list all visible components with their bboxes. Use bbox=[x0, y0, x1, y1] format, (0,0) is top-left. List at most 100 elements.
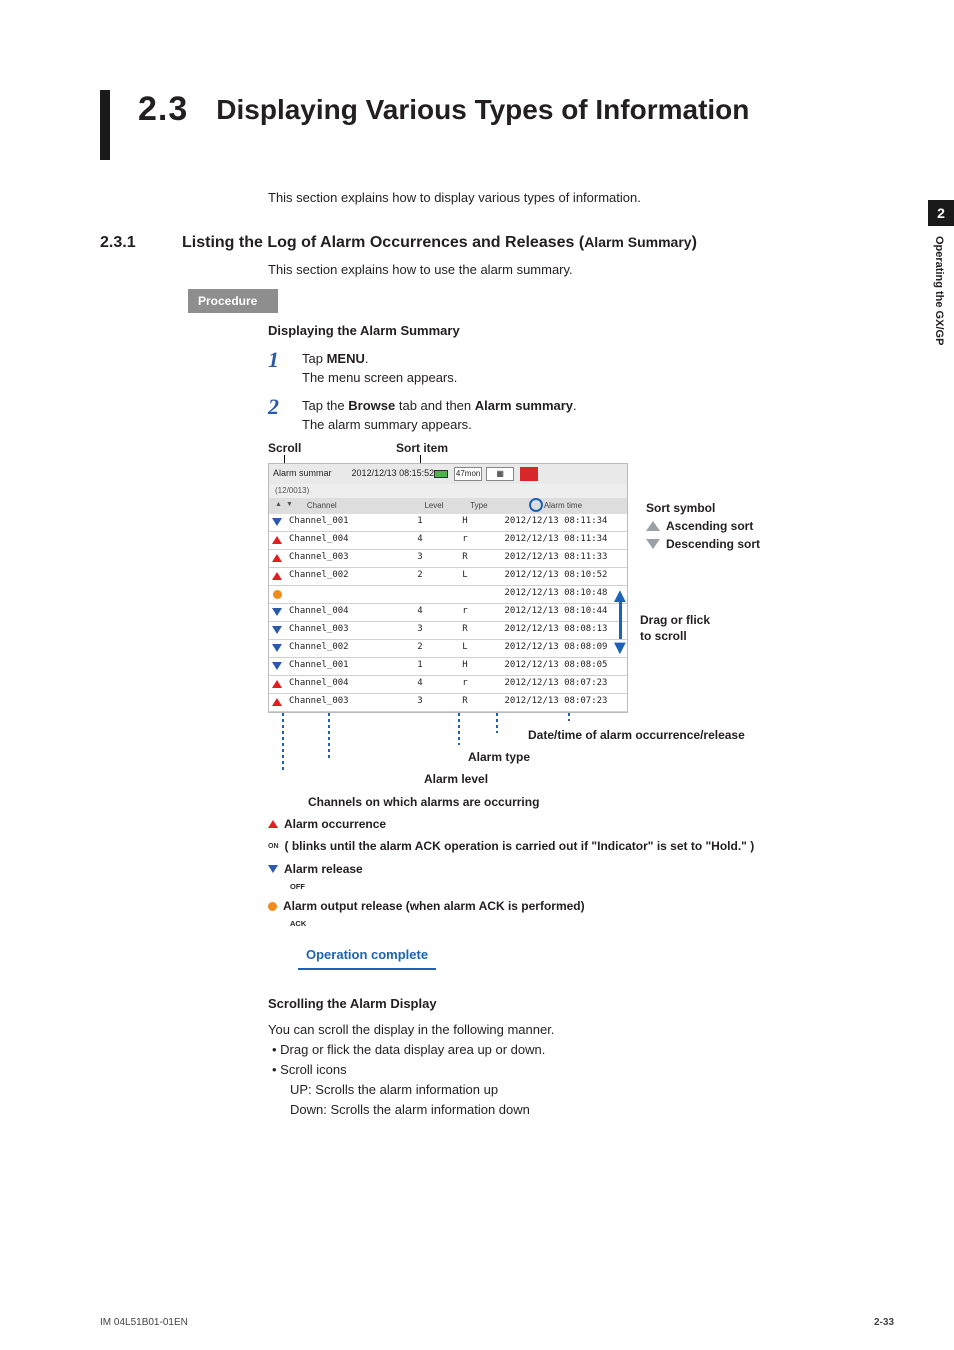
callout-line bbox=[458, 713, 460, 745]
callout-datetime: Date/time of alarm occurrence/release bbox=[528, 725, 884, 745]
shot-titlebar: Alarm summar 2012/12/13 08:15:52 47mon ▦ bbox=[269, 464, 627, 484]
shot-btn-timeunit[interactable]: 47mon bbox=[454, 467, 482, 481]
shot-batch: (12/0013) bbox=[269, 484, 627, 498]
label-ascending: Ascending sort bbox=[646, 517, 753, 535]
step-1-text-a: Tap bbox=[302, 351, 327, 366]
cell-type: r bbox=[445, 677, 485, 691]
cell-level: 4 bbox=[395, 677, 445, 691]
cell-time: 2012/12/13 08:11:33 bbox=[485, 551, 627, 565]
cell-type: r bbox=[445, 605, 485, 619]
table-row[interactable]: Channel_0033R2012/12/13 08:11:33 bbox=[269, 550, 627, 568]
alarm-rows[interactable]: Channel_0011H2012/12/13 08:11:34Channel_… bbox=[269, 514, 627, 712]
step-2-text-d: Alarm summary bbox=[475, 398, 573, 413]
release-icon bbox=[268, 865, 278, 873]
section-number: 2.3 bbox=[138, 90, 188, 128]
callout-occurrence: Alarm occurrence bbox=[268, 814, 884, 834]
subsection-title-paren: Alarm Summary bbox=[584, 234, 691, 250]
alarm-occurrence-icon bbox=[269, 554, 285, 562]
table-row[interactable]: Channel_0033R2012/12/13 08:07:23 bbox=[269, 694, 627, 712]
subsection-desc: This section explains how to use the ala… bbox=[268, 260, 884, 280]
cell-time: 2012/12/13 08:07:23 bbox=[485, 695, 627, 709]
step-1-text-b: MENU bbox=[327, 351, 365, 366]
cell-type: R bbox=[445, 551, 485, 565]
table-row[interactable]: Channel_0011H2012/12/13 08:08:05 bbox=[269, 658, 627, 676]
cell-level: 4 bbox=[395, 533, 445, 547]
callout-release: Alarm release bbox=[268, 859, 884, 879]
chapter-tab: 2 Operating the GX/GP bbox=[928, 200, 954, 355]
col-channel[interactable]: Channel bbox=[299, 500, 409, 512]
descending-icon bbox=[646, 539, 660, 549]
alarm-release-icon bbox=[269, 518, 285, 526]
table-row[interactable]: 2012/12/13 08:10:48 bbox=[269, 586, 627, 604]
cell-type: L bbox=[445, 641, 485, 655]
alarm-occurrence-icon bbox=[269, 698, 285, 706]
table-row[interactable]: Channel_0044r2012/12/13 08:10:44 bbox=[269, 604, 627, 622]
scroll-arrow-stem bbox=[619, 599, 622, 639]
col-type[interactable]: Type bbox=[459, 500, 499, 512]
scrolling-desc: You can scroll the display in the follow… bbox=[268, 1020, 884, 1040]
bullet-drag: Drag or flick the data display area up o… bbox=[272, 1040, 884, 1060]
table-row[interactable]: Channel_0022L2012/12/13 08:08:09 bbox=[269, 640, 627, 658]
cell-channel: Channel_003 bbox=[285, 623, 395, 637]
shot-updown[interactable]: ▲▼ bbox=[269, 500, 299, 511]
table-row[interactable]: Channel_0033R2012/12/13 08:08:13 bbox=[269, 622, 627, 640]
section-title: Displaying Various Types of Information bbox=[216, 94, 749, 125]
table-row[interactable]: Channel_0044r2012/12/13 08:07:23 bbox=[269, 676, 627, 694]
bullet-down: Down: Scrolls the alarm information down bbox=[268, 1100, 884, 1120]
step-2-text-c: tab and then bbox=[395, 398, 475, 413]
shot-btn-grid[interactable]: ▦ bbox=[486, 467, 514, 481]
blink-note-text: ( blinks until the alarm ACK operation i… bbox=[285, 836, 755, 856]
heading-display-alarm-summary: Displaying the Alarm Summary bbox=[268, 321, 884, 341]
step-2-text-f: The alarm summary appears. bbox=[302, 417, 472, 432]
cell-time: 2012/12/13 08:11:34 bbox=[485, 515, 627, 529]
footer-page-number: 2-33 bbox=[874, 1317, 894, 1328]
section-header: 2.3 Displaying Various Types of Informat… bbox=[100, 90, 884, 160]
col-alarm-time[interactable]: Alarm time bbox=[499, 500, 627, 512]
occurrence-icon bbox=[268, 820, 278, 828]
tiny-on: ON bbox=[268, 841, 279, 853]
callout-line bbox=[496, 713, 498, 733]
tiny-ack: ACK bbox=[290, 918, 884, 931]
shot-btn-red[interactable] bbox=[520, 467, 538, 481]
step-2: 2 Tap the Browse tab and then Alarm summ… bbox=[268, 396, 884, 435]
col-level[interactable]: Level bbox=[409, 500, 459, 512]
callout-output-release: Alarm output release (when alarm ACK is … bbox=[268, 896, 884, 916]
cell-channel: Channel_004 bbox=[285, 605, 395, 619]
bullet-scroll-icons: Scroll icons bbox=[272, 1060, 884, 1080]
table-row[interactable]: Channel_0011H2012/12/13 08:11:34 bbox=[269, 514, 627, 532]
release-text: Alarm release bbox=[284, 859, 363, 879]
ack-icon bbox=[268, 902, 277, 911]
label-sort-item: Sort item bbox=[396, 439, 448, 457]
cell-time: 2012/12/13 08:07:23 bbox=[485, 677, 627, 691]
subsection-title: Listing the Log of Alarm Occurrences and… bbox=[182, 234, 697, 252]
callout-channel: Channels on which alarms are occurring bbox=[308, 792, 884, 812]
table-row[interactable]: Channel_0044r2012/12/13 08:11:34 bbox=[269, 532, 627, 550]
callout-line bbox=[282, 713, 284, 773]
callout-blink-note: ON ( blinks until the alarm ACK operatio… bbox=[268, 836, 884, 856]
ascending-text: Ascending sort bbox=[666, 519, 753, 533]
bullet-up: UP: Scrolls the alarm information up bbox=[268, 1080, 884, 1100]
cell-level: 1 bbox=[395, 515, 445, 529]
callout-line bbox=[328, 713, 330, 759]
cell-time: 2012/12/13 08:10:44 bbox=[485, 605, 627, 619]
cell-type: H bbox=[445, 515, 485, 529]
cell-level: 3 bbox=[395, 551, 445, 565]
table-row[interactable]: Channel_0022L2012/12/13 08:10:52 bbox=[269, 568, 627, 586]
chapter-tab-text: Operating the GX/GP bbox=[928, 226, 950, 355]
step-1-text-c: . bbox=[365, 351, 369, 366]
cell-level: 4 bbox=[395, 605, 445, 619]
cell-type: H bbox=[445, 659, 485, 673]
callout-line bbox=[568, 713, 570, 721]
step-1-text-d: The menu screen appears. bbox=[302, 370, 457, 385]
cell-level: 1 bbox=[395, 659, 445, 673]
subsection-number: 2.3.1 bbox=[100, 234, 160, 252]
cell-level: 2 bbox=[395, 569, 445, 583]
cell-type: L bbox=[445, 569, 485, 583]
cell-time: 2012/12/13 08:10:48 bbox=[485, 587, 627, 601]
step-1-number: 1 bbox=[268, 349, 288, 388]
alarm-release-icon bbox=[269, 626, 285, 634]
step-2-text-b: Browse bbox=[348, 398, 395, 413]
cell-time: 2012/12/13 08:08:13 bbox=[485, 623, 627, 637]
operation-complete: Operation complete bbox=[298, 945, 436, 970]
step-1: 1 Tap MENU. The menu screen appears. bbox=[268, 349, 884, 388]
